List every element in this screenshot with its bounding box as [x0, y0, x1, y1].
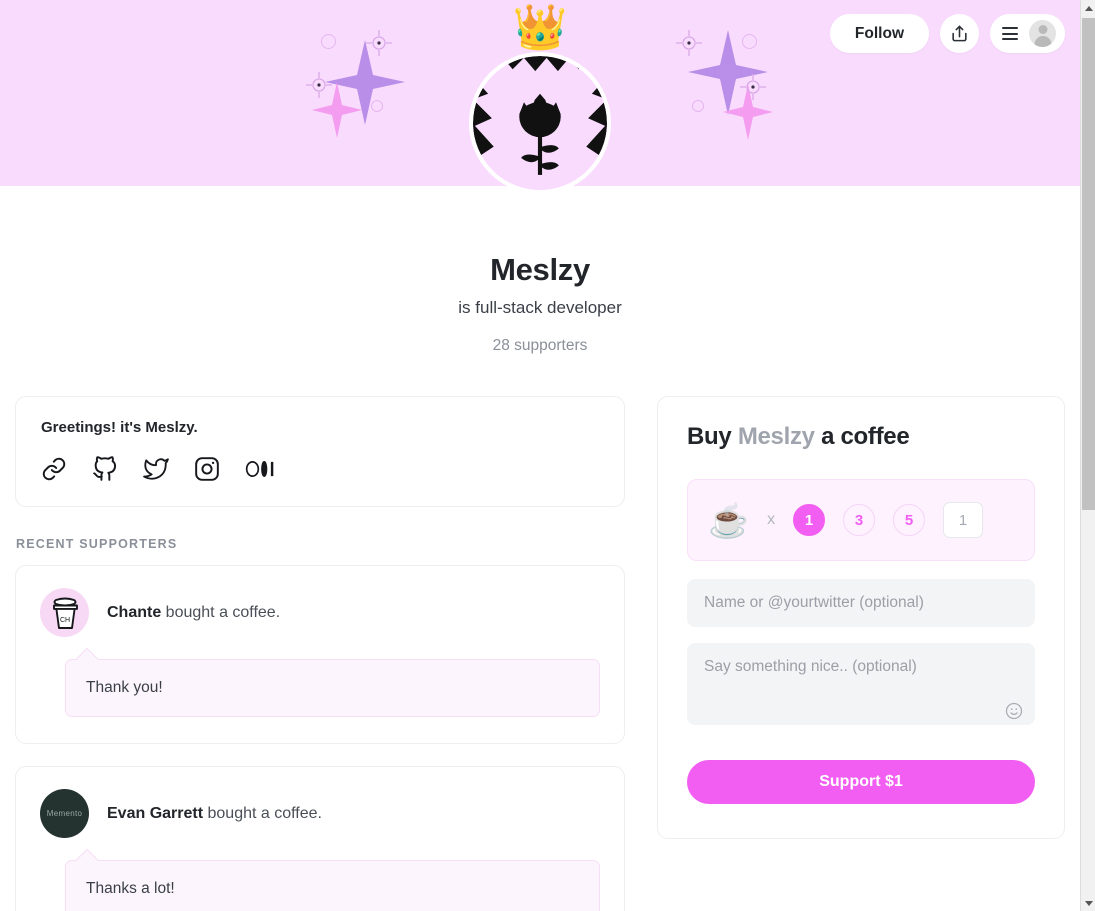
crosshair-decor-icon [306, 72, 332, 98]
supporters-count: 28 supporters [492, 337, 588, 354]
crosshair-decor-icon [676, 30, 702, 56]
supporter-name: Chante [107, 603, 162, 621]
buy-title-name: Meslzy [737, 423, 815, 450]
buy-title-post: a coffee [814, 423, 910, 450]
sparkle-decoration-left [300, 22, 430, 142]
link-icon[interactable] [41, 456, 67, 482]
buy-title: Buy Meslzy a coffee [687, 423, 1035, 451]
scroll-up-arrow-icon[interactable] [1081, 0, 1095, 16]
page-viewport: Follow 👑 Meslzy is full-stack developer … [0, 0, 1080, 911]
page-title: Meslzy [490, 252, 590, 287]
supporter-card: CH Chante bought a coffee. Thank you! [15, 565, 625, 744]
buy-coffee-card: Buy Meslzy a coffee ☕ x 1 3 5 1 Name or … [657, 396, 1065, 839]
main-content: Greetings! it's Meslzy. RECENT SUPPORTER… [0, 355, 1080, 911]
avatar: CH [40, 588, 89, 637]
sparkle-decoration-right [668, 22, 798, 142]
message-field-wrap [687, 643, 1035, 730]
share-button[interactable] [940, 14, 979, 53]
coffee-cup-icon: CH [52, 597, 78, 629]
avatar-label: Memento [46, 809, 83, 818]
smiley-icon[interactable] [1005, 702, 1023, 720]
profile-banner: Follow 👑 [0, 0, 1080, 194]
recent-supporters-title: RECENT SUPPORTERS [16, 537, 178, 551]
profile-avatar-wrap: 👑 [469, 6, 611, 194]
star-icon [688, 30, 768, 115]
user-avatar-icon [1029, 20, 1056, 47]
share-icon [952, 25, 967, 42]
multiplier-label: x [767, 511, 776, 528]
left-column: Greetings! it's Meslzy. RECENT SUPPORTER… [15, 396, 625, 911]
name-input[interactable] [687, 579, 1035, 627]
profile-avatar[interactable] [469, 52, 611, 194]
crosshair-decor-icon [366, 30, 392, 56]
message-input[interactable] [687, 643, 1035, 725]
medium-icon[interactable] [245, 456, 275, 482]
twitter-icon[interactable] [143, 456, 169, 482]
follow-button[interactable]: Follow [829, 14, 929, 53]
rose-logo-icon [473, 56, 607, 190]
supporter-message: Thanks a lot! [65, 860, 600, 911]
page-scrollbar[interactable] [1080, 0, 1095, 911]
right-column: Buy Meslzy a coffee ☕ x 1 3 5 1 Name or … [657, 396, 1065, 839]
supporter-action-line: Evan Garrett bought a coffee. [107, 805, 322, 823]
supporter-action-line: Chante bought a coffee. [107, 604, 280, 622]
supporter-header: CH Chante bought a coffee. [40, 588, 600, 637]
supporter-card: Memento Evan Garrett bought a coffee. Th… [15, 766, 625, 911]
support-button[interactable]: Support $1 [687, 760, 1035, 804]
crosshair-decor-icon [740, 74, 766, 100]
profile-identity: Meslzy is full-stack developer 28 suppor… [0, 186, 1080, 355]
account-menu-button[interactable] [990, 14, 1065, 53]
scrollbar-thumb[interactable] [1082, 18, 1095, 510]
crown-emoji-icon: 👑 [512, 3, 568, 52]
quantity-option-3[interactable]: 3 [843, 504, 876, 536]
header-actions: Follow [829, 14, 1065, 53]
svg-text:CH: CH [59, 617, 69, 624]
quantity-selector: ☕ x 1 3 5 [687, 479, 1035, 561]
star-icon [312, 82, 362, 138]
avatar: Memento [40, 789, 89, 838]
about-card: Greetings! it's Meslzy. [15, 396, 625, 507]
about-greeting: Greetings! it's Meslzy. [41, 419, 198, 436]
github-icon[interactable] [92, 456, 118, 482]
quantity-option-5[interactable]: 5 [893, 504, 926, 536]
star-icon [723, 84, 773, 140]
social-links [41, 456, 599, 482]
supporter-name: Evan Garrett [107, 804, 204, 822]
hamburger-icon [1002, 27, 1018, 40]
scroll-down-arrow-icon[interactable] [1081, 895, 1095, 911]
supporter-action: bought a coffee. [203, 804, 322, 822]
supporter-header: Memento Evan Garrett bought a coffee. [40, 789, 600, 838]
circle-decor-icon [742, 34, 757, 49]
circle-decor-icon [321, 34, 336, 49]
star-icon [325, 40, 405, 125]
buy-title-pre: Buy [687, 423, 738, 450]
profile-tagline: is full-stack developer [458, 298, 622, 317]
coffee-cup-emoji-icon: ☕ [708, 501, 750, 539]
circle-decor-icon [371, 100, 383, 112]
supporter-action: bought a coffee. [161, 603, 281, 621]
quantity-custom-input[interactable] [943, 502, 984, 538]
supporter-message: Thank you! [65, 659, 600, 717]
instagram-icon[interactable] [194, 456, 220, 482]
quantity-option-1[interactable]: 1 [793, 504, 826, 536]
circle-decor-icon [692, 100, 704, 112]
